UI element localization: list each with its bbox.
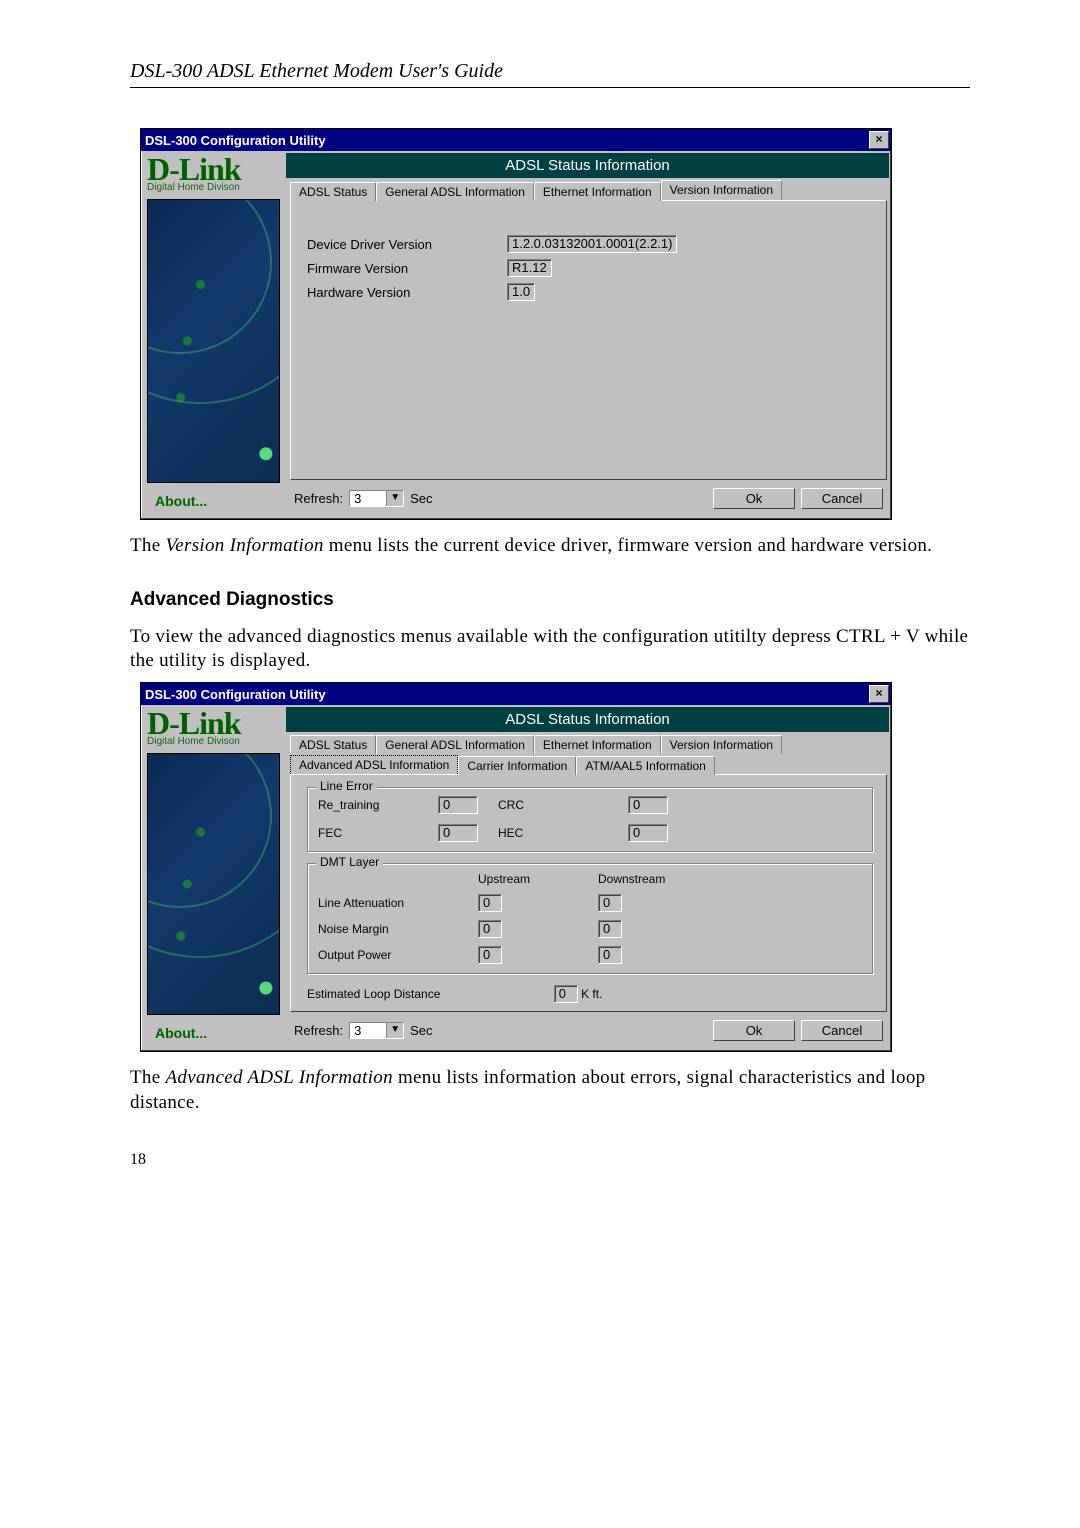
firmware-version-value: R1.12 bbox=[507, 259, 552, 277]
ok-button[interactable]: Ok bbox=[713, 488, 795, 509]
re-training-value: 0 bbox=[438, 796, 478, 814]
window-title: DSL-300 Configuration Utility bbox=[145, 687, 869, 702]
document-title: DSL-300 ADSL Ethernet Modem User's Guide bbox=[130, 60, 970, 88]
config-utility-window-version: DSL-300 Configuration Utility × D-Link D… bbox=[140, 128, 892, 520]
window-title: DSL-300 Configuration Utility bbox=[145, 133, 869, 148]
loop-distance-value: 0 bbox=[554, 985, 578, 1003]
config-utility-window-advanced: DSL-300 Configuration Utility × D-Link D… bbox=[140, 682, 892, 1052]
output-power-label: Output Power bbox=[318, 948, 478, 962]
about-link[interactable]: About... bbox=[141, 1019, 286, 1051]
noise-margin-down: 0 bbox=[598, 920, 622, 938]
brand-main: D-Link bbox=[147, 707, 286, 739]
decorative-graphic bbox=[147, 199, 280, 483]
paragraph-advanced-intro: To view the advanced diagnostics menus a… bbox=[130, 625, 970, 674]
hardware-version-label: Hardware Version bbox=[307, 285, 507, 300]
paragraph-advanced-desc: The Advanced ADSL Information menu lists… bbox=[130, 1066, 970, 1115]
paragraph-version-desc: The Version Information menu lists the c… bbox=[130, 534, 970, 559]
loop-distance-row: Estimated Loop Distance 0 K ft. bbox=[307, 985, 874, 1003]
output-power-up: 0 bbox=[478, 946, 502, 964]
brand-logo: D-Link Digital Home Divison bbox=[141, 151, 286, 195]
crc-value: 0 bbox=[628, 796, 668, 814]
line-error-group: Line Error Re_training 0 CRC 0 FEC 0 HEC… bbox=[307, 787, 874, 853]
firmware-version-label: Firmware Version bbox=[307, 261, 507, 276]
section-heading-advanced: Advanced Diagnostics bbox=[130, 589, 970, 611]
driver-version-label: Device Driver Version bbox=[307, 237, 507, 252]
refresh-combo[interactable]: 3 ▼ bbox=[349, 1022, 404, 1039]
chevron-down-icon[interactable]: ▼ bbox=[386, 491, 403, 506]
decorative-graphic bbox=[147, 753, 280, 1015]
advanced-panel: Line Error Re_training 0 CRC 0 FEC 0 HEC… bbox=[290, 774, 887, 1012]
info-header: ADSL Status Information bbox=[286, 153, 889, 178]
tab-general-adsl[interactable]: General ADSL Information bbox=[376, 735, 534, 754]
tab-adsl-status[interactable]: ADSL Status bbox=[290, 182, 376, 201]
refresh-value: 3 bbox=[350, 1023, 386, 1038]
hardware-version-value: 1.0 bbox=[507, 283, 535, 301]
hec-label: HEC bbox=[498, 826, 608, 840]
tab-adsl-status[interactable]: ADSL Status bbox=[290, 735, 376, 754]
driver-version-value: 1.2.0.03132001.0001(2.2.1) bbox=[507, 235, 677, 253]
dmt-legend: DMT Layer bbox=[316, 855, 383, 869]
dmt-layer-group: DMT Layer Upstream Downstream Line Atten… bbox=[307, 863, 874, 975]
noise-margin-up: 0 bbox=[478, 920, 502, 938]
cancel-button[interactable]: Cancel bbox=[801, 1020, 883, 1041]
cancel-button[interactable]: Cancel bbox=[801, 488, 883, 509]
line-attenuation-down: 0 bbox=[598, 894, 622, 912]
brand-sub: Digital Home Divison bbox=[147, 737, 286, 747]
refresh-label: Refresh: bbox=[294, 1023, 343, 1038]
tab-version-info[interactable]: Version Information bbox=[661, 180, 782, 200]
refresh-value: 3 bbox=[350, 491, 386, 506]
tab-general-adsl[interactable]: General ADSL Information bbox=[376, 182, 534, 201]
noise-margin-label: Noise Margin bbox=[318, 922, 478, 936]
line-attenuation-label: Line Attenuation bbox=[318, 896, 478, 910]
fec-value: 0 bbox=[438, 824, 478, 842]
tab-carrier-info[interactable]: Carrier Information bbox=[458, 756, 576, 775]
close-icon[interactable]: × bbox=[869, 131, 889, 149]
about-link[interactable]: About... bbox=[141, 487, 286, 519]
re-training-label: Re_training bbox=[318, 798, 418, 812]
output-power-down: 0 bbox=[598, 946, 622, 964]
tab-advanced-adsl[interactable]: Advanced ADSL Information bbox=[290, 755, 458, 774]
titlebar: DSL-300 Configuration Utility × bbox=[141, 683, 891, 705]
brand-sub: Digital Home Divison bbox=[147, 183, 286, 193]
titlebar: DSL-300 Configuration Utility × bbox=[141, 129, 891, 151]
line-error-legend: Line Error bbox=[316, 779, 377, 793]
brand-logo: D-Link Digital Home Divison bbox=[141, 705, 286, 749]
hec-value: 0 bbox=[628, 824, 668, 842]
refresh-combo[interactable]: 3 ▼ bbox=[349, 490, 404, 507]
downstream-header: Downstream bbox=[598, 872, 718, 886]
sec-label: Sec bbox=[410, 1023, 432, 1038]
tab-atm-aal5[interactable]: ATM/AAL5 Information bbox=[576, 756, 715, 775]
close-icon[interactable]: × bbox=[869, 685, 889, 703]
brand-main: D-Link bbox=[147, 153, 286, 185]
tab-ethernet-info[interactable]: Ethernet Information bbox=[534, 182, 661, 201]
line-attenuation-up: 0 bbox=[478, 894, 502, 912]
sec-label: Sec bbox=[410, 491, 432, 506]
version-panel: Device Driver Version 1.2.0.03132001.000… bbox=[290, 200, 887, 480]
crc-label: CRC bbox=[498, 798, 608, 812]
chevron-down-icon[interactable]: ▼ bbox=[386, 1023, 403, 1038]
page-number: 18 bbox=[130, 1151, 970, 1169]
refresh-label: Refresh: bbox=[294, 491, 343, 506]
fec-label: FEC bbox=[318, 826, 418, 840]
tab-version-info[interactable]: Version Information bbox=[661, 735, 782, 754]
loop-distance-unit: K ft. bbox=[581, 987, 602, 1001]
tab-ethernet-info[interactable]: Ethernet Information bbox=[534, 735, 661, 754]
upstream-header: Upstream bbox=[478, 872, 598, 886]
loop-distance-label: Estimated Loop Distance bbox=[307, 987, 440, 1001]
ok-button[interactable]: Ok bbox=[713, 1020, 795, 1041]
info-header: ADSL Status Information bbox=[286, 707, 889, 732]
